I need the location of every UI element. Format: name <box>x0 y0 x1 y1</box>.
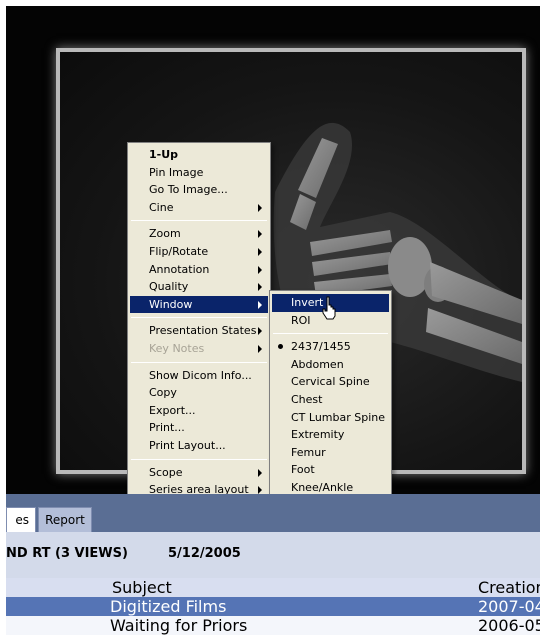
table-header-row: Subject Creation <box>6 578 540 597</box>
menu-item-go-to-image[interactable]: Go To Image... <box>130 181 268 199</box>
menu-item-label: Presentation States <box>149 324 257 338</box>
menu-item-export[interactable]: Export... <box>130 402 268 420</box>
submenu-arrow-icon <box>258 468 262 477</box>
menu-item-label: CT Lumbar Spine <box>291 410 386 424</box>
menu-item-label: Export... <box>149 403 196 417</box>
menu-separator <box>131 458 267 460</box>
menu-item-print[interactable]: Print... <box>130 419 268 437</box>
menu-item-zoom[interactable]: Zoom <box>130 225 268 243</box>
menu-item-label: Invert <box>291 296 324 309</box>
table-row[interactable]: Waiting for Priors 2006-05 <box>6 616 540 635</box>
study-description: ND RT (3 VIEWS) <box>6 546 128 561</box>
menu-item-label: 1-Up <box>149 148 179 161</box>
radio-bullet-icon <box>278 344 283 350</box>
menu-separator <box>131 361 267 363</box>
submenu-arrow-icon <box>258 486 262 495</box>
table-row[interactable]: Digitized Films 2007-04 <box>6 597 540 616</box>
menu-separator <box>273 333 388 335</box>
menu-item-scope[interactable]: Scope <box>130 464 268 482</box>
menu-item-cervical-spine[interactable]: Cervical Spine <box>272 373 389 391</box>
documents-table: Subject Creation Digitized Films 2007-04 W… <box>6 578 540 635</box>
menu-item-label: Flip/Rotate <box>149 244 209 258</box>
study-panel: es Report ND RT (3 VIEWS) 5/12/2005 Subj… <box>6 494 540 637</box>
menu-item-ct-lumbar-spine[interactable]: CT Lumbar Spine <box>272 409 389 427</box>
menu-item-label: Copy <box>149 386 177 400</box>
cell-creation: 2007-04 <box>478 597 540 616</box>
menu-item-label: Cervical Spine <box>291 375 370 389</box>
menu-item-label: Scope <box>149 465 183 479</box>
tab-strip: es Report <box>6 494 540 532</box>
menu-separator <box>131 317 267 319</box>
menu-item-label: Chest <box>291 392 323 406</box>
menu-item-copy[interactable]: Copy <box>130 384 268 402</box>
menu-item-show-dicom-info[interactable]: Show Dicom Info... <box>130 367 268 385</box>
menu-item-label: Zoom <box>149 227 181 241</box>
menu-item-foot[interactable]: Foot <box>272 461 389 479</box>
menu-item-label: 2437/1455 <box>291 340 351 354</box>
column-header-subject[interactable]: Subject <box>112 578 172 597</box>
menu-item-label: Abdomen <box>291 357 344 371</box>
study-info-bar: ND RT (3 VIEWS) 5/12/2005 <box>6 532 540 578</box>
menu-item-extremity[interactable]: Extremity <box>272 426 389 444</box>
mouse-cursor-icon <box>322 296 336 320</box>
submenu-arrow-icon <box>258 203 262 212</box>
submenu-arrow-icon <box>258 230 262 239</box>
menu-item-femur[interactable]: Femur <box>272 444 389 462</box>
menu-item-label: Extremity <box>291 428 345 442</box>
column-header-creation[interactable]: Creation <box>478 578 540 597</box>
submenu-arrow-icon <box>258 283 262 292</box>
menu-item-label: Foot <box>291 463 315 477</box>
menu-item-quality[interactable]: Quality <box>130 278 268 296</box>
menu-item-1-up[interactable]: 1-Up <box>130 146 268 164</box>
menu-item-label: Femur <box>291 445 326 459</box>
menu-item-label: Go To Image... <box>149 183 228 197</box>
menu-item-pin-image[interactable]: Pin Image <box>130 164 268 182</box>
cell-creation: 2006-05 <box>478 616 540 635</box>
menu-item-label: Show Dicom Info... <box>149 368 252 382</box>
cell-subject: Digitized Films <box>110 597 227 616</box>
menu-separator <box>131 220 267 222</box>
submenu-arrow-icon <box>258 300 262 309</box>
menu-item-label: ROI <box>291 313 311 327</box>
menu-item-2437-1455[interactable]: 2437/1455 <box>272 338 389 356</box>
context-menu: 1-Up Pin Image Go To Image... Cine Zoom Flip/… <box>127 142 271 503</box>
study-date: 5/12/2005 <box>168 546 241 561</box>
menu-item-label: Print Layout... <box>149 438 226 452</box>
tab-report[interactable]: Report <box>38 507 92 532</box>
menu-item-flip-rotate[interactable]: Flip/Rotate <box>130 243 268 261</box>
menu-item-label: Window <box>149 297 193 311</box>
menu-item-label: Key Notes <box>149 341 205 355</box>
submenu-arrow-icon <box>258 344 262 353</box>
submenu-arrow-icon <box>258 327 262 336</box>
menu-item-label: Knee/Ankle <box>291 480 354 494</box>
menu-item-label: Cine <box>149 200 174 214</box>
tab-series[interactable]: es <box>6 507 36 532</box>
cell-subject: Waiting for Priors <box>110 616 248 635</box>
menu-item-cine[interactable]: Cine <box>130 199 268 217</box>
menu-item-abdomen[interactable]: Abdomen <box>272 356 389 374</box>
menu-item-chest[interactable]: Chest <box>272 391 389 409</box>
menu-item-print-layout[interactable]: Print Layout... <box>130 437 268 455</box>
menu-item-label: Annotation <box>149 262 210 276</box>
menu-item-label: Print... <box>149 421 185 435</box>
menu-item-presentation-states[interactable]: Presentation States <box>130 322 268 340</box>
menu-item-annotation[interactable]: Annotation <box>130 261 268 279</box>
menu-item-window[interactable]: Window <box>130 295 268 314</box>
menu-item-key-notes[interactable]: Key Notes <box>130 340 268 358</box>
menu-item-label: Quality <box>149 280 189 294</box>
submenu-arrow-icon <box>258 265 262 274</box>
menu-item-label: Pin Image <box>149 165 204 179</box>
submenu-arrow-icon <box>258 247 262 256</box>
